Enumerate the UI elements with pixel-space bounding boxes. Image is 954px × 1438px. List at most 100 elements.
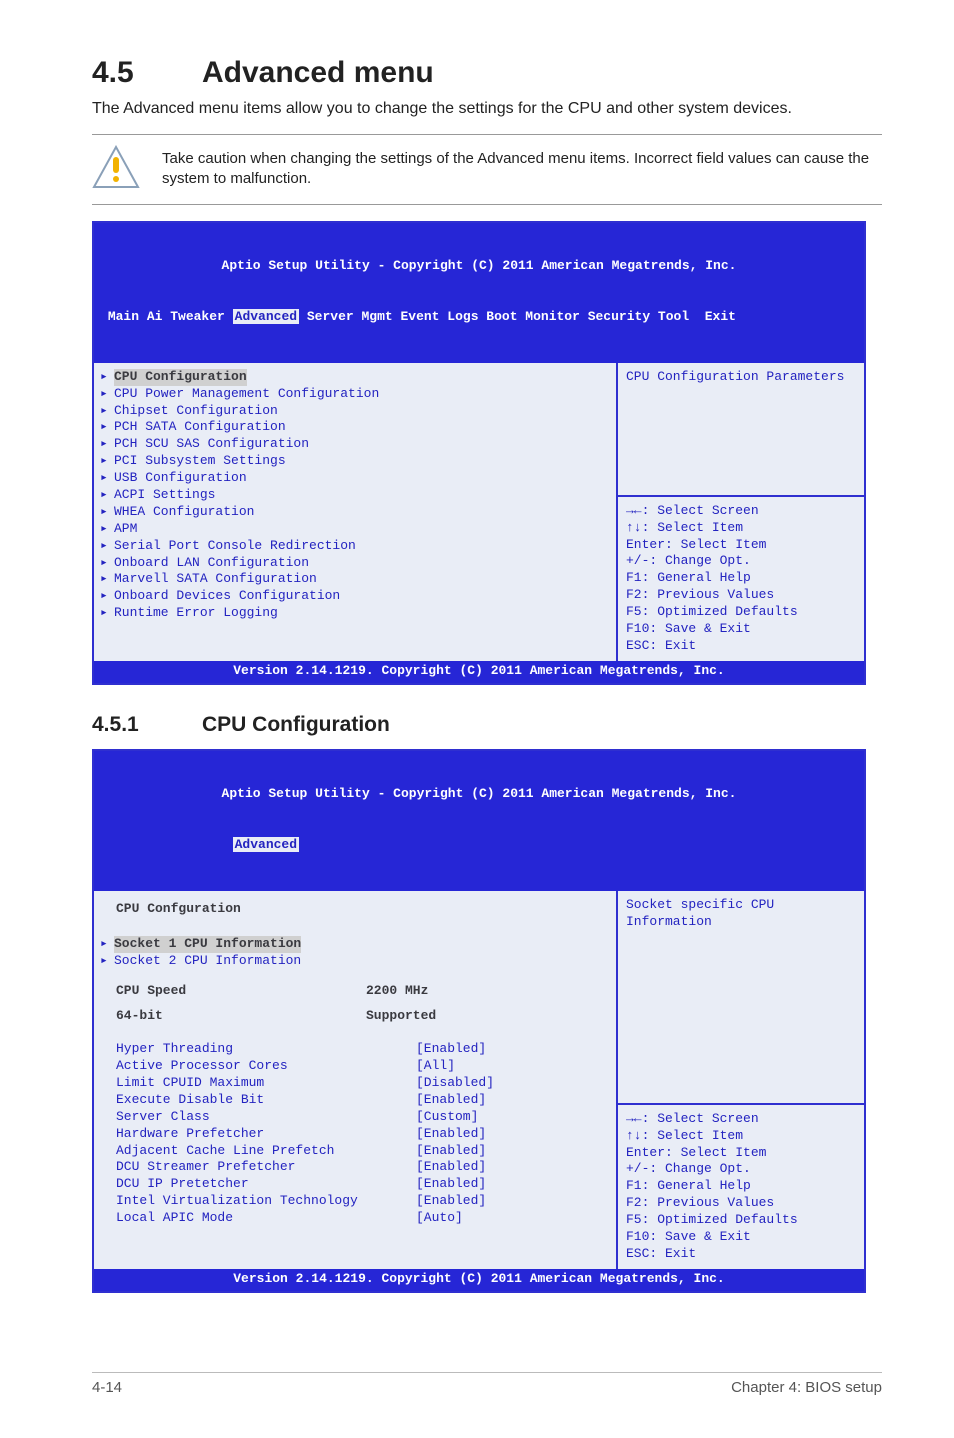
help-line: ESC: Exit <box>626 638 856 655</box>
menu-item-label: PCI Subsystem Settings <box>114 453 286 470</box>
submenu-arrow-icon: ▸ <box>100 453 114 470</box>
menu-item-onboard-devices[interactable]: ▸Onboard Devices Configuration <box>100 588 612 605</box>
menu-item-label: USB Configuration <box>114 470 247 487</box>
menu-item-chipset[interactable]: ▸Chipset Configuration <box>100 403 612 420</box>
section-number: 4.5 <box>92 56 202 90</box>
setting-row[interactable]: Server Class[Custom] <box>100 1109 612 1126</box>
setting-row[interactable]: Limit CPUID Maximum[Disabled] <box>100 1075 612 1092</box>
setting-label: Active Processor Cores <box>116 1058 416 1075</box>
menu-item-marvell-sata[interactable]: ▸Marvell SATA Configuration <box>100 571 612 588</box>
setting-label: DCU Streamer Prefetcher <box>116 1159 416 1176</box>
help-line: F2: Previous Values <box>626 587 856 604</box>
help-line: ESC: Exit <box>626 1246 856 1263</box>
setting-label: Adjacent Cache Line Prefetch <box>116 1143 416 1160</box>
caution-icon <box>92 145 140 194</box>
setting-label: Hyper Threading <box>116 1041 416 1058</box>
setting-label: Hardware Prefetcher <box>116 1126 416 1143</box>
help-line: +/-: Change Opt. <box>626 553 856 570</box>
setting-row[interactable]: Intel Virtualization Technology[Enabled] <box>100 1193 612 1210</box>
setting-row[interactable]: Hyper Threading[Enabled] <box>100 1041 612 1058</box>
setting-label: Intel Virtualization Technology <box>116 1193 416 1210</box>
bios-help-description: CPU Configuration Parameters <box>616 363 864 495</box>
setting-label: Execute Disable Bit <box>116 1092 416 1109</box>
setting-row[interactable]: Local APIC Mode[Auto] <box>100 1210 612 1227</box>
setting-value[interactable]: [Custom] <box>416 1109 478 1126</box>
setting-row[interactable]: Active Processor Cores[All] <box>100 1058 612 1075</box>
bios-tab-row: Advanced <box>100 837 858 854</box>
caution-note: Take caution when changing the settings … <box>92 134 882 205</box>
bios-key-help: →←: Select Screen ↑↓: Select Item Enter:… <box>616 495 864 661</box>
setting-label: DCU IP Pretetcher <box>116 1176 416 1193</box>
setting-row[interactable]: Adjacent Cache Line Prefetch[Enabled] <box>100 1143 612 1160</box>
bios-header: Aptio Setup Utility - Copyright (C) 2011… <box>94 223 864 363</box>
info-row-cpu-speed: CPU Speed2200 MHz <box>100 983 612 1000</box>
menu-item-cpu-power-mgmt[interactable]: ▸CPU Power Management Configuration <box>100 386 612 403</box>
menu-item-label: Onboard LAN Configuration <box>114 555 309 572</box>
menu-item-label: ACPI Settings <box>114 487 215 504</box>
setting-row[interactable]: DCU Streamer Prefetcher[Enabled] <box>100 1159 612 1176</box>
info-label: CPU Speed <box>116 983 366 1000</box>
menu-item-socket1-info[interactable]: ▸Socket 1 CPU Information <box>100 936 612 953</box>
bios-tab-row: Main Ai Tweaker Advanced Server Mgmt Eve… <box>100 309 858 326</box>
help-line: ↑↓: Select Item <box>626 1128 856 1145</box>
setting-value[interactable]: [Enabled] <box>416 1193 486 1210</box>
menu-item-usb-config[interactable]: ▸USB Configuration <box>100 470 612 487</box>
menu-item-label: Socket 1 CPU Information <box>114 936 301 953</box>
submenu-arrow-icon: ▸ <box>100 386 114 403</box>
help-line: F1: General Help <box>626 1178 856 1195</box>
submenu-arrow-icon: ▸ <box>100 521 114 538</box>
setting-value[interactable]: [Enabled] <box>416 1126 486 1143</box>
help-line: F5: Optimized Defaults <box>626 1212 856 1229</box>
setting-value[interactable]: [Enabled] <box>416 1159 486 1176</box>
bios-title-line: Aptio Setup Utility - Copyright (C) 2011… <box>100 786 858 803</box>
menu-item-pci-subsystem[interactable]: ▸PCI Subsystem Settings <box>100 453 612 470</box>
menu-item-socket2-info[interactable]: ▸Socket 2 CPU Information <box>100 953 612 970</box>
bios-tab-advanced[interactable]: Advanced <box>233 837 299 852</box>
bios-title-line: Aptio Setup Utility - Copyright (C) 2011… <box>100 258 858 275</box>
setting-row[interactable]: DCU IP Pretetcher[Enabled] <box>100 1176 612 1193</box>
menu-item-pch-scu-sas[interactable]: ▸PCH SCU SAS Configuration <box>100 436 612 453</box>
menu-item-runtime-error-logging[interactable]: ▸Runtime Error Logging <box>100 605 612 622</box>
menu-item-pch-sata[interactable]: ▸PCH SATA Configuration <box>100 419 612 436</box>
setting-value[interactable]: [Disabled] <box>416 1075 494 1092</box>
bios-menu-list: ▸CPU Configuration ▸CPU Power Management… <box>94 363 616 661</box>
bios-cpu-config-panel: CPU Confguration ▸Socket 1 CPU Informati… <box>94 891 616 1269</box>
menu-item-label: Serial Port Console Redirection <box>114 538 356 555</box>
menu-item-label: PCH SCU SAS Configuration <box>114 436 309 453</box>
info-label: 64-bit <box>116 1008 366 1025</box>
submenu-arrow-icon: ▸ <box>100 487 114 504</box>
submenu-arrow-icon: ▸ <box>100 571 114 588</box>
setting-row[interactable]: Hardware Prefetcher[Enabled] <box>100 1126 612 1143</box>
submenu-arrow-icon: ▸ <box>100 953 114 970</box>
menu-item-serial-redirection[interactable]: ▸Serial Port Console Redirection <box>100 538 612 555</box>
subsection-title: CPU Configuration <box>202 713 390 736</box>
panel-heading: CPU Confguration <box>100 901 612 918</box>
bios-tab-advanced[interactable]: Advanced <box>233 309 299 324</box>
bios-key-help: →←: Select Screen ↑↓: Select Item Enter:… <box>616 1103 864 1269</box>
submenu-arrow-icon: ▸ <box>100 436 114 453</box>
setting-value[interactable]: [Enabled] <box>416 1041 486 1058</box>
help-line: Enter: Select Item <box>626 1145 856 1162</box>
menu-item-onboard-lan[interactable]: ▸Onboard LAN Configuration <box>100 555 612 572</box>
menu-item-apm[interactable]: ▸APM <box>100 521 612 538</box>
setting-value[interactable]: [Auto] <box>416 1210 463 1227</box>
menu-item-cpu-configuration[interactable]: ▸CPU Configuration <box>100 369 612 386</box>
setting-value[interactable]: [Enabled] <box>416 1176 486 1193</box>
menu-item-label: Onboard Devices Configuration <box>114 588 340 605</box>
setting-value[interactable]: [All] <box>416 1058 455 1075</box>
menu-item-whea[interactable]: ▸WHEA Configuration <box>100 504 612 521</box>
subsection-number: 4.5.1 <box>92 713 202 737</box>
setting-value[interactable]: [Enabled] <box>416 1092 486 1109</box>
help-line: ↑↓: Select Item <box>626 520 856 537</box>
bios-tabs-pre: Main Ai Tweaker <box>108 309 233 324</box>
setting-row[interactable]: Execute Disable Bit[Enabled] <box>100 1092 612 1109</box>
setting-value[interactable]: [Enabled] <box>416 1143 486 1160</box>
section-title: Advanced menu <box>202 56 434 89</box>
menu-item-label: CPU Configuration <box>114 369 247 386</box>
bios-help-description: Socket specific CPU Information <box>616 891 864 1103</box>
submenu-arrow-icon: ▸ <box>100 419 114 436</box>
info-value: Supported <box>366 1008 436 1025</box>
menu-item-acpi-settings[interactable]: ▸ACPI Settings <box>100 487 612 504</box>
help-line: F10: Save & Exit <box>626 621 856 638</box>
submenu-arrow-icon: ▸ <box>100 538 114 555</box>
